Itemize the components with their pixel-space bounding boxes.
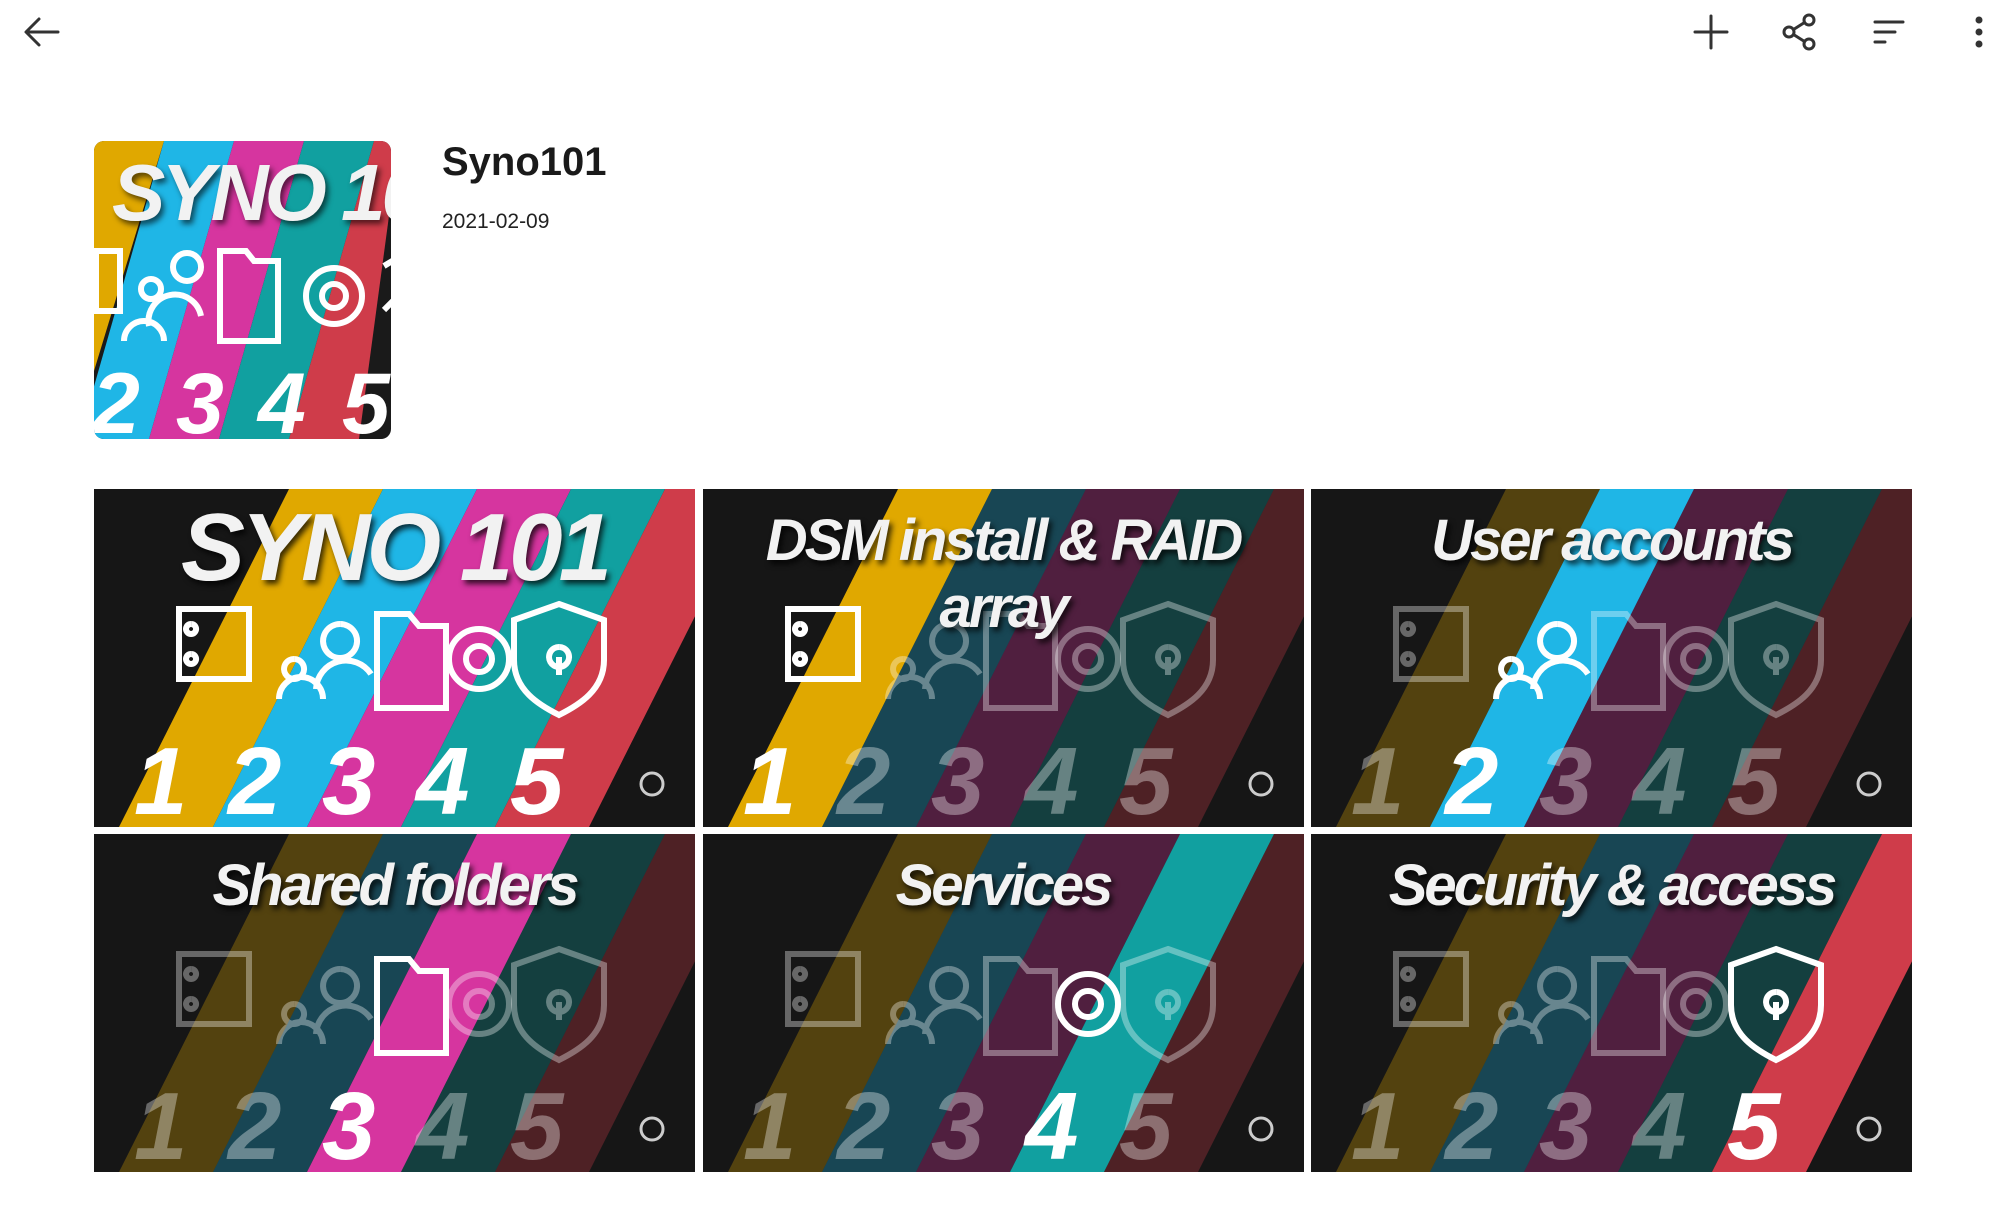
tile-number: 3 (322, 728, 375, 827)
tile-title: Services (895, 853, 1114, 918)
cover-number: 3 (176, 356, 224, 439)
photo-tile[interactable]: 1 2 3 4 5 Shared folders (94, 834, 695, 1172)
tile-title: Shared folders (212, 853, 579, 918)
tile-number: 5 (1119, 1073, 1174, 1172)
tile-number: 5 (510, 1073, 565, 1172)
more-vert-icon (1975, 16, 1983, 48)
share-button[interactable] (1764, 0, 1836, 64)
tile-number: 1 (134, 728, 187, 827)
album-cover-thumbnail[interactable]: 2 3 4 5 SYNO 10 (94, 141, 391, 439)
tile-number: 4 (1631, 728, 1686, 827)
tile-title: User accounts (1431, 508, 1795, 573)
plus-icon (1693, 14, 1729, 50)
album-date: 2021-02-09 (442, 210, 550, 233)
tile-number: 3 (931, 1073, 984, 1172)
photo-tile[interactable]: 1 2 3 4 5 DSM install & RAID array (702, 489, 1304, 827)
tile-number: 4 (1631, 1073, 1686, 1172)
tile-number: 1 (1351, 728, 1404, 827)
tile-number: 1 (743, 728, 796, 827)
cover-number: 5 (342, 356, 391, 439)
tile-number: 5 (1119, 728, 1174, 827)
photo-tile[interactable]: 1 2 3 4 5 Services (702, 834, 1304, 1172)
tile-number: 2 (226, 1073, 281, 1172)
photo-tile[interactable]: 1 2 3 4 5 Security & access (1311, 834, 1912, 1172)
photo-tile[interactable]: 1 2 3 4 5 SYNO 101 (94, 489, 695, 827)
tile-number: 3 (1539, 728, 1592, 827)
tile-number: 5 (1727, 1073, 1782, 1172)
tile-number: 3 (1539, 1073, 1592, 1172)
tile-number: 4 (414, 728, 469, 827)
arrow-left-icon (24, 17, 60, 47)
tile-number: 4 (1023, 1073, 1078, 1172)
tile-number: 5 (1727, 728, 1782, 827)
tile-number: 1 (1351, 1073, 1404, 1172)
tile-title: Security & access (1388, 853, 1838, 918)
tile-number: 2 (835, 1073, 890, 1172)
tile-number: 2 (835, 728, 890, 827)
tile-title: SYNO 101 (181, 494, 612, 601)
tile-title: DSM install & RAID array (765, 508, 1244, 640)
share-icon (1782, 13, 1816, 51)
photo-tile[interactable]: 1 2 3 4 5 User accounts (1311, 489, 1912, 827)
more-options-button[interactable] (1943, 0, 2000, 64)
tile-number: 2 (1443, 728, 1498, 827)
cover-number: 2 (94, 356, 140, 439)
photo-grid: 1 2 3 4 5 SYNO 101 1 2 3 4 5 DSM install & RAID arr… (94, 489, 1912, 1172)
cover-title: SYNO 10 (112, 148, 391, 237)
tile-number: 1 (743, 1073, 796, 1172)
sort-button[interactable] (1853, 0, 1925, 64)
tile-number: 4 (414, 1073, 469, 1172)
album-title: Syno101 (442, 140, 607, 184)
cover-number: 4 (256, 356, 306, 439)
tile-number: 5 (510, 728, 565, 827)
tile-number: 2 (226, 728, 281, 827)
tile-number: 2 (1443, 1073, 1498, 1172)
sort-icon (1873, 20, 1905, 44)
add-button[interactable] (1675, 0, 1747, 64)
tile-number: 4 (1023, 728, 1078, 827)
tile-number: 1 (134, 1073, 187, 1172)
tile-number: 3 (322, 1073, 375, 1172)
back-button[interactable] (6, 0, 78, 64)
tile-number: 3 (931, 728, 984, 827)
